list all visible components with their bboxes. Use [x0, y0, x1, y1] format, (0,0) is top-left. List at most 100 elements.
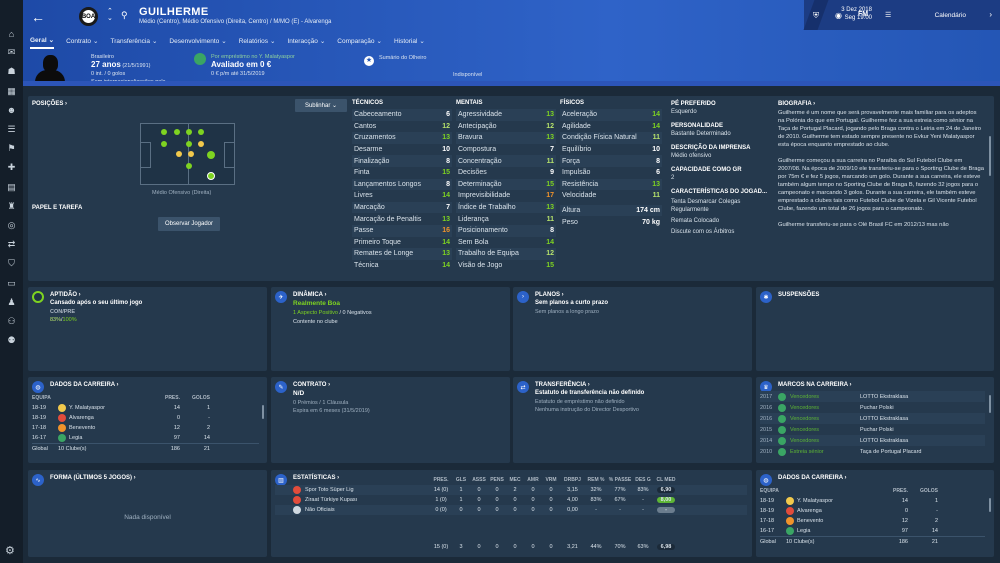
team-name[interactable]: Legia	[797, 528, 856, 534]
attribute-row[interactable]: Cantos 12	[352, 121, 452, 133]
attribute-row[interactable]: Concentração 11	[456, 155, 556, 167]
competition-name[interactable]: Não Oficiais	[305, 507, 430, 513]
milestone-row[interactable]: 2017 Vencedores LOTTO Ekstraklasa	[760, 391, 985, 402]
milestone-row[interactable]: 2016 Vencedores Puchar Polski	[760, 402, 985, 413]
competition-name[interactable]: Ziraat Türkiye Kupası	[305, 497, 430, 503]
training-icon[interactable]: ☰	[5, 123, 19, 137]
club-info-icon[interactable]: ⛉	[5, 257, 19, 271]
scouting-icon[interactable]: ◎	[5, 218, 19, 232]
attribute-row[interactable]: Cruzamentos 13	[352, 132, 452, 144]
attribute-row[interactable]: Marcação 7	[352, 201, 452, 214]
career-row[interactable]: 16-17 Legia 97 14	[760, 526, 985, 536]
squad-icon[interactable]: ☗	[5, 65, 19, 79]
stats-column-header[interactable]: CL MED	[653, 477, 679, 483]
loan-club-icon[interactable]	[194, 53, 206, 65]
career-row[interactable]: 18-19 Y. Malatyaspor 14 1	[32, 403, 259, 413]
bio-scrollbar[interactable]	[989, 136, 991, 176]
milestone-row[interactable]: 2010 Estreia sénior Taça de Portugal Placa…	[760, 446, 985, 457]
attribute-row[interactable]: Posicionamento 8	[456, 224, 556, 237]
tab-desenvolvimento[interactable]: Desenvolvimento ⌄	[169, 36, 226, 49]
settings-gear-icon[interactable]: ⚙	[5, 544, 15, 557]
competitions-icon[interactable]: ♜	[5, 199, 19, 213]
stats-column-header[interactable]: PENS	[488, 477, 506, 483]
attribute-row[interactable]: Lançamentos Longos 8	[352, 178, 452, 191]
calendar-button[interactable]: Calendário	[935, 12, 966, 19]
attribute-row[interactable]: Força 8	[560, 155, 662, 167]
highlight-dropdown[interactable]: Sublinhar ⌄	[295, 99, 347, 112]
transfers-icon[interactable]: ⇄	[5, 238, 19, 252]
finances-icon[interactable]: ▭	[5, 276, 19, 290]
career-row[interactable]: 17-18 Benevento 12 2	[32, 423, 259, 433]
club-crest-icon[interactable]: ⛨	[813, 11, 819, 21]
player-nav-arrows-icon[interactable]: ⌃ ⌄	[107, 8, 113, 22]
report-icon[interactable]: ⚇	[5, 314, 19, 328]
continue-arrow-icon[interactable]: ›	[989, 10, 992, 19]
attribute-row[interactable]: Visão de Jogo 15	[456, 260, 556, 272]
dev-centre-icon[interactable]: ♟	[5, 295, 19, 309]
attribute-row[interactable]: Agilidade 14	[560, 121, 662, 133]
stats-column-header[interactable]: AMR	[524, 477, 542, 483]
team-name[interactable]: Alvarenga	[69, 415, 128, 421]
biography-title[interactable]: BIOGRAFIA ›	[778, 100, 984, 108]
attribute-row[interactable]: Índice de Trabalho 13	[456, 201, 556, 214]
attribute-row[interactable]: Primeiro Toque 14	[352, 237, 452, 249]
attribute-row[interactable]: Imprevisibilidade 17	[456, 190, 556, 202]
team-name[interactable]: Benevento	[69, 425, 128, 431]
attribute-row[interactable]: Técnica 14	[352, 260, 452, 272]
observe-player-button[interactable]: Observar Jogador	[158, 217, 220, 231]
stats-column-header[interactable]: VRM	[542, 477, 560, 483]
stats-row[interactable]: Não Oficiais 0 (0) 0 0 0 0 0 0 0,00 - - - -	[275, 505, 747, 515]
career-row[interactable]: 17-18 Benevento 12 2	[760, 516, 985, 526]
development-icon[interactable]: ⚑	[5, 142, 19, 156]
team-name[interactable]: Y. Malatyaspor	[797, 498, 856, 504]
attribute-row[interactable]: Velocidade 11	[560, 190, 662, 202]
planos-title[interactable]: PLANOS ›	[535, 292, 564, 298]
stats-column-header[interactable]: PRES.	[430, 477, 452, 483]
career-title-2[interactable]: DADOS DA CARREIRA ›	[778, 475, 847, 481]
attribute-row[interactable]: Sem Bola 14	[456, 237, 556, 249]
attribute-row[interactable]: Aceleração 14	[560, 109, 662, 121]
tab-transferencia[interactable]: Transferência ⌄	[110, 36, 157, 49]
milestones-scrollbar[interactable]	[989, 395, 991, 413]
form-title[interactable]: FORMA (ÚLTIMOS 5 JOGOS) ›	[50, 475, 136, 481]
attribute-row[interactable]: Bravura 13	[456, 132, 556, 144]
career-row[interactable]: 18-19 Alvarenga 0 -	[32, 413, 259, 423]
milestone-competition[interactable]: Puchar Polski	[860, 405, 980, 411]
tactics-icon[interactable]: ▦	[5, 84, 19, 98]
attribute-row[interactable]: Livres 14	[352, 190, 452, 202]
team-name[interactable]: Legia	[69, 435, 128, 441]
attribute-row[interactable]: Agressividade 13	[456, 109, 556, 121]
search-icon[interactable]: ⚲	[121, 10, 128, 21]
stats-row[interactable]: Ziraat Türkiye Kupası 1 (0) 1 0 0 0 0 0 4,00 83% 6…	[275, 495, 747, 505]
traits-label[interactable]: CARACTERÍSTICAS DO JOGAD...	[671, 188, 773, 196]
attribute-row[interactable]: Equilíbrio 10	[560, 144, 662, 156]
stats-column-header[interactable]: GLS	[452, 477, 470, 483]
menu-icon[interactable]: ☰	[885, 11, 891, 19]
attribute-row[interactable]: Determinação 15	[456, 178, 556, 191]
attribute-row[interactable]: Antecipação 12	[456, 121, 556, 133]
milestone-competition[interactable]: LOTTO Ekstraklasa	[860, 416, 980, 422]
scout-summary-label[interactable]: Sumário do Olheiro	[379, 54, 426, 62]
team-name[interactable]: Alvarenga	[797, 508, 856, 514]
positions-title[interactable]: POSIÇÕES ›	[32, 101, 67, 107]
tab-historial[interactable]: Historial ⌄	[394, 36, 425, 49]
attribute-row[interactable]: Condição Física Natural 11	[560, 132, 662, 144]
tab-geral[interactable]: Geral ⌄	[30, 36, 55, 49]
attribute-row[interactable]: Resistência 13	[560, 178, 662, 191]
stats-column-header[interactable]: % PASSE	[607, 477, 633, 483]
milestone-row[interactable]: 2015 Vencedores Puchar Polski	[760, 424, 985, 435]
aptidao-title[interactable]: APTIDÃO ›	[50, 292, 81, 298]
inbox-icon[interactable]: ✉	[5, 46, 19, 60]
milestone-competition[interactable]: LOTTO Ekstraklasa	[860, 438, 980, 444]
stats-column-header[interactable]: MEC	[506, 477, 524, 483]
home-icon[interactable]: ⌂	[5, 27, 19, 41]
stats-column-header[interactable]: DRBPJ	[560, 477, 585, 483]
attribute-row[interactable]: Compostura 7	[456, 144, 556, 156]
tab-comparacao[interactable]: Comparação ⌄	[337, 36, 382, 49]
attribute-row[interactable]: Cabeceamento 6	[352, 109, 452, 121]
milestone-competition[interactable]: Puchar Polski	[860, 427, 980, 433]
medical-icon[interactable]: ✚	[5, 161, 19, 175]
stats-column-header[interactable]: ASSS	[470, 477, 488, 483]
attribute-row[interactable]: Trabalho de Equipa 12	[456, 248, 556, 260]
tab-relatorios[interactable]: Relatórios ⌄	[239, 36, 276, 49]
